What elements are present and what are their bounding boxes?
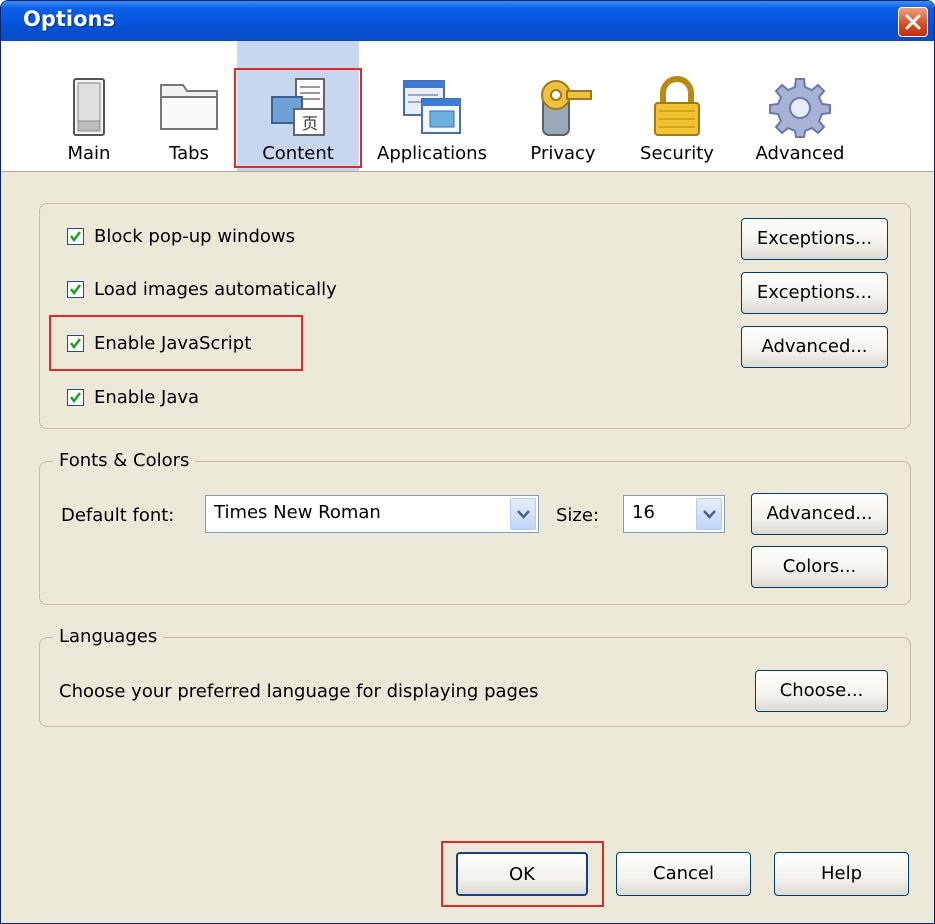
javascript-highlight [49, 315, 303, 371]
tab-main[interactable]: Main [49, 41, 129, 171]
checkmark-icon [70, 392, 81, 404]
privacy-key-icon [541, 80, 592, 136]
images-exceptions-label: Exceptions... [756, 282, 873, 303]
ok-button-highlight [441, 841, 604, 907]
javascript-advanced-label: Advanced... [761, 336, 868, 357]
checkmark-icon [70, 231, 81, 243]
content-tab-highlight [234, 68, 362, 168]
popup-exceptions-button[interactable]: Exceptions... [741, 218, 888, 260]
tabs-folder-icon [160, 84, 218, 130]
chevron-down-icon [703, 510, 716, 519]
help-label: Help [820, 863, 863, 884]
tab-main-label: Main [67, 143, 111, 164]
checkbox-box[interactable] [67, 389, 84, 406]
applications-window-icon [403, 80, 461, 134]
title-bar[interactable]: Options [1, 1, 934, 41]
tab-privacy[interactable]: Privacy [523, 41, 603, 171]
choose-language-button[interactable]: Choose... [755, 670, 888, 712]
tab-security[interactable]: Security [629, 41, 725, 171]
tab-tabs[interactable]: Tabs [149, 41, 229, 171]
block-popups-label: Block pop-up windows [94, 226, 295, 247]
checkbox-box[interactable] [67, 228, 84, 245]
tab-tabs-label: Tabs [169, 143, 209, 164]
enable-java-checkbox[interactable]: Enable Java [67, 387, 199, 408]
font-size-value: 16 [632, 502, 655, 523]
default-font-select[interactable]: Times New Roman [205, 495, 539, 533]
fonts-advanced-button[interactable]: Advanced... [751, 493, 888, 535]
fonts-colors-legend: Fonts & Colors [53, 450, 196, 471]
close-icon [905, 14, 921, 30]
cancel-button[interactable]: Cancel [616, 852, 751, 896]
load-images-label: Load images automatically [94, 279, 337, 300]
fonts-advanced-label: Advanced... [766, 503, 873, 524]
languages-legend: Languages [53, 626, 164, 647]
close-button[interactable] [898, 7, 928, 37]
block-popups-checkbox[interactable]: Block pop-up windows [67, 226, 295, 247]
tab-advanced-label: Advanced [755, 143, 845, 164]
languages-description: Choose your preferred language for displ… [59, 681, 539, 702]
enable-java-label: Enable Java [94, 387, 200, 408]
tab-advanced[interactable]: Advanced [747, 41, 853, 171]
javascript-advanced-button[interactable]: Advanced... [741, 326, 888, 368]
advanced-gear-icon [769, 78, 831, 138]
tab-security-label: Security [640, 143, 714, 164]
size-label: Size: [556, 505, 600, 526]
cancel-label: Cancel [653, 863, 714, 884]
main-switch-icon [73, 78, 105, 136]
tab-privacy-label: Privacy [530, 143, 596, 164]
help-button[interactable]: Help [774, 852, 909, 896]
font-size-dropdown-button[interactable] [696, 498, 722, 530]
choose-language-label: Choose... [779, 680, 864, 701]
default-font-label: Default font: [61, 505, 175, 526]
checkmark-icon [70, 284, 81, 296]
colors-label: Colors... [782, 556, 857, 577]
tab-applications[interactable]: Applications [373, 41, 491, 171]
chevron-down-icon [517, 510, 530, 519]
default-font-dropdown-button[interactable] [510, 498, 536, 530]
tab-applications-label: Applications [377, 143, 487, 164]
window-title: Options [23, 7, 115, 31]
images-exceptions-button[interactable]: Exceptions... [741, 272, 888, 314]
colors-button[interactable]: Colors... [751, 546, 888, 588]
options-dialog: Options Main Tabs 页 Content Applications… [0, 0, 935, 924]
default-font-value: Times New Roman [214, 502, 381, 523]
font-size-select[interactable]: 16 [623, 495, 725, 533]
security-lock-icon [654, 76, 700, 136]
checkbox-box[interactable] [67, 281, 84, 298]
load-images-checkbox[interactable]: Load images automatically [67, 279, 337, 300]
preferences-toolbar: Main Tabs 页 Content Applications Privacy… [1, 41, 934, 172]
popup-exceptions-label: Exceptions... [756, 228, 873, 249]
